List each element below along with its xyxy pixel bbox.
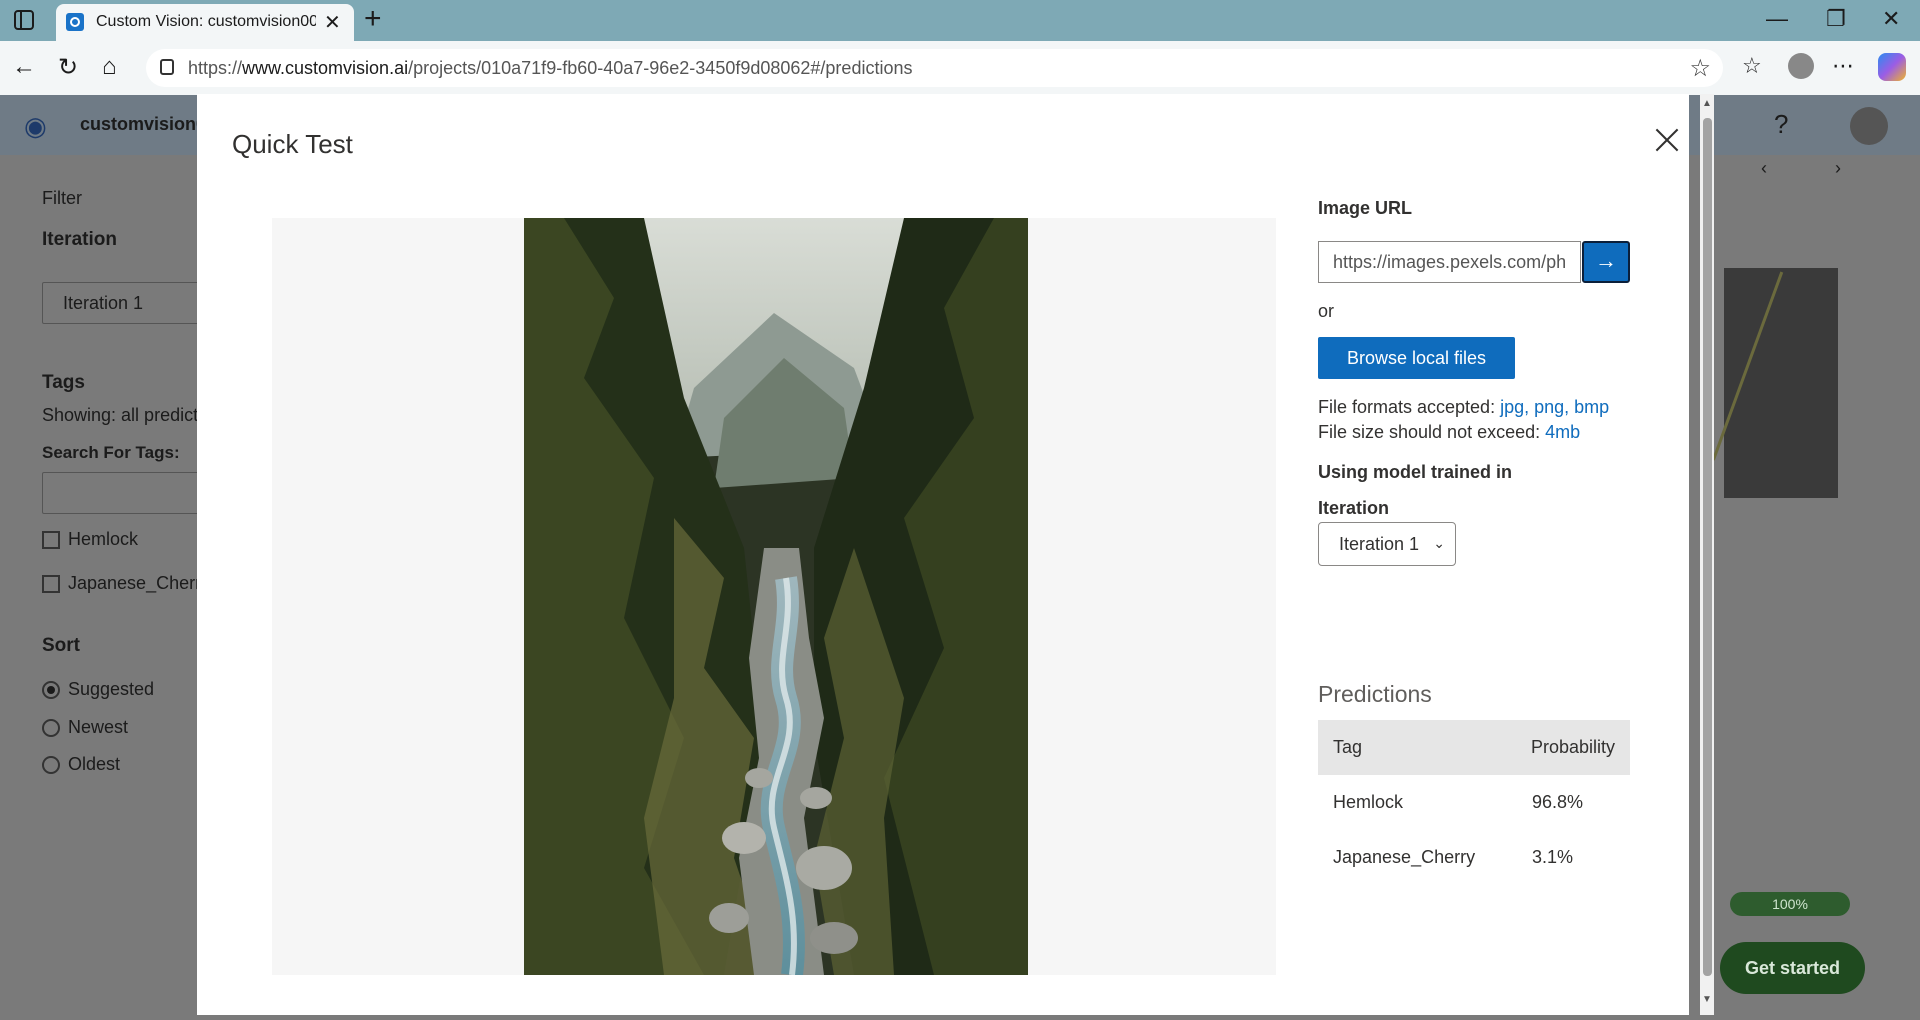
submit-url-button[interactable]: →	[1582, 241, 1630, 283]
address-bar[interactable]: https://www.customvision.ai/projects/010…	[146, 49, 1723, 87]
or-label: or	[1318, 301, 1335, 321]
sort-label-oldest: Oldest	[68, 754, 121, 774]
copilot-icon[interactable]	[1878, 53, 1906, 81]
browse-local-files-button[interactable]: Browse local files	[1318, 337, 1515, 379]
help-icon[interactable]: ?	[1774, 109, 1788, 140]
column-header-probability: Probability	[1531, 737, 1616, 757]
eye-logo-icon: ◉	[24, 111, 47, 141]
tags-heading: Tags	[42, 372, 85, 393]
progress-pill: 100%	[1730, 892, 1850, 916]
image-url-input[interactable]	[1318, 241, 1581, 283]
sort-radio-newest[interactable]	[42, 719, 60, 737]
sort-label-suggested: Suggested	[68, 679, 155, 699]
tab-title: Custom Vision: customvision001	[96, 13, 316, 30]
table-header: Tag Probability	[1318, 720, 1630, 775]
prev-page-icon[interactable]: ‹	[1761, 158, 1767, 179]
profile-icon[interactable]	[1788, 53, 1814, 79]
arrow-right-icon: →	[1595, 248, 1617, 273]
predictions-table: Tag Probability Hemlock 96.8% Japanese_C…	[1318, 720, 1630, 885]
next-page-icon[interactable]: ›	[1835, 158, 1841, 179]
forest-river-image	[524, 218, 1028, 975]
prediction-tag: Japanese_Cherry	[1333, 847, 1476, 867]
image-preview-pane	[272, 218, 1276, 975]
file-formats-value: jpg, png, bmp	[1500, 397, 1610, 417]
scroll-down-icon[interactable]: ▼	[1702, 994, 1712, 1005]
sort-label-newest: Newest	[68, 717, 129, 737]
browser-titlebar: Custom Vision: customvision001 ✕ + — ❐ ✕	[0, 0, 1920, 41]
favorites-icon[interactable]: ☆	[1742, 53, 1762, 79]
quick-test-dialog: Quick Test Image URL https://images.pexe…	[197, 94, 1689, 1015]
scroll-up-icon[interactable]: ▲	[1702, 98, 1712, 109]
project-name: customvision00	[80, 114, 217, 134]
iteration-label: Iteration	[1318, 498, 1390, 518]
iteration-heading: Iteration	[42, 229, 117, 250]
predictions-title: Predictions	[1318, 681, 1432, 707]
sidebar-toggle-icon[interactable]	[14, 10, 34, 30]
window-close-icon[interactable]: ✕	[1882, 6, 1900, 32]
chevron-down-icon: ⌄	[1433, 535, 1445, 551]
column-header-tag: Tag	[1333, 737, 1363, 757]
tag-label-hemlock: Hemlock	[68, 529, 139, 549]
search-tags-input[interactable]	[42, 472, 222, 514]
minimize-icon[interactable]: —	[1766, 6, 1788, 32]
tag-label-japanese-cherry: Japanese_Cherry	[68, 573, 211, 593]
iteration-select-value: Iteration 1	[1339, 534, 1420, 554]
sort-radio-suggested[interactable]	[42, 681, 60, 699]
tags-showing-text: Showing: all predicte	[42, 405, 209, 425]
search-tags-label: Search For Tags:	[42, 443, 180, 462]
prediction-tag: Hemlock	[1333, 792, 1404, 812]
favorite-star-icon[interactable]: ☆	[1689, 54, 1711, 83]
iteration-select[interactable]: Iteration 1 ⌄	[1318, 522, 1456, 566]
prediction-probability: 3.1%	[1532, 847, 1574, 867]
browser-tab[interactable]: Custom Vision: customvision001 ✕	[56, 4, 354, 41]
table-row: Hemlock 96.8%	[1318, 775, 1630, 830]
restore-icon[interactable]: ❐	[1826, 6, 1846, 32]
tag-checkbox-japanese-cherry[interactable]	[42, 575, 60, 593]
file-size-text: File size should not exceed: 4mb	[1318, 422, 1581, 442]
image-url-label: Image URL	[1318, 198, 1413, 218]
table-row: Japanese_Cherry 3.1%	[1318, 830, 1630, 885]
browser-toolbar: ← ↻ ⌂ https://www.customvision.ai/projec…	[0, 41, 1920, 95]
file-size-value: 4mb	[1545, 422, 1581, 442]
tab-close-icon[interactable]: ✕	[324, 10, 341, 35]
scrollbar-thumb[interactable]	[1703, 118, 1712, 976]
filter-button[interactable]: Filter	[42, 188, 82, 209]
home-icon[interactable]: ⌂	[102, 53, 117, 81]
close-icon[interactable]	[1655, 128, 1679, 152]
prediction-probability: 96.8%	[1532, 792, 1584, 812]
tag-checkbox-hemlock[interactable]	[42, 531, 60, 549]
dialog-title: Quick Test	[232, 129, 353, 159]
more-options-icon[interactable]: ⋯	[1832, 53, 1854, 79]
new-tab-icon[interactable]: +	[364, 2, 382, 36]
refresh-icon[interactable]: ↻	[58, 53, 78, 82]
sort-heading: Sort	[42, 635, 80, 656]
filter-panel: Filter Iteration Iteration 1 Tags Showin…	[0, 155, 222, 1020]
sort-radio-oldest[interactable]	[42, 756, 60, 774]
url-text: https://www.customvision.ai/projects/010…	[188, 58, 913, 78]
dialog-scrollbar[interactable]: ▲ ▼	[1700, 94, 1714, 1015]
quick-test-controls: Image URL → or Browse local files File f…	[1318, 94, 1648, 994]
customvision-favicon-icon	[66, 13, 84, 31]
site-info-icon[interactable]	[160, 59, 174, 75]
iteration-dropdown-value: Iteration 1	[63, 293, 144, 313]
get-started-button[interactable]: Get started	[1720, 942, 1865, 994]
avatar[interactable]	[1850, 107, 1888, 145]
test-image	[524, 218, 1028, 975]
back-icon[interactable]: ←	[12, 53, 36, 81]
model-label: Using model trained in	[1318, 462, 1513, 482]
image-thumbnail[interactable]	[1724, 268, 1838, 498]
file-formats-text: File formats accepted: jpg, png, bmp	[1318, 397, 1610, 417]
